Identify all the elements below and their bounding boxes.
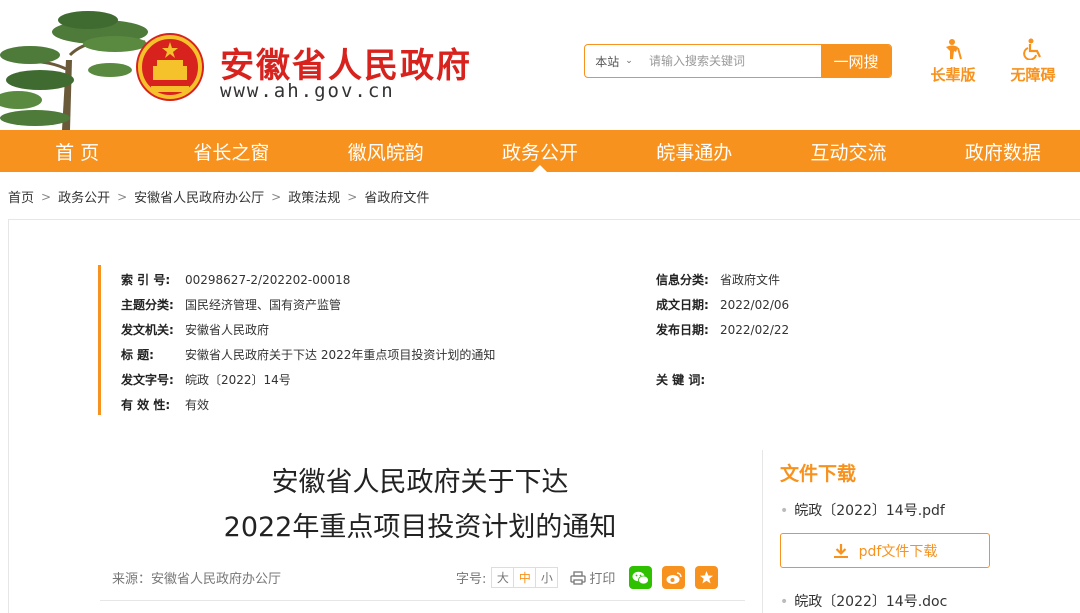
nav-item-culture[interactable]: 徽风皖韵	[309, 130, 463, 172]
print-label: 打印	[589, 572, 616, 587]
site-header: 安徽省人民政府 www.ah.gov.cn 本站 ⌄ 一网搜 长辈版 无障碍	[0, 0, 1080, 130]
nav-item-gov-affairs[interactable]: 政务公开	[463, 130, 617, 172]
search-scope-label: 本站	[595, 54, 620, 69]
meta-keywords: 关 键 词:	[656, 373, 706, 387]
elder-icon	[946, 39, 962, 60]
bullet-icon: •	[780, 503, 789, 519]
search-box: 本站 ⌄ 一网搜	[584, 44, 892, 78]
meta-topic: 主题分类: 国民经济管理、国有资产监管	[121, 298, 342, 312]
breadcrumb-office[interactable]: 安徽省人民政府办公厅	[134, 187, 264, 206]
nav-item-interaction[interactable]: 互动交流	[771, 130, 925, 172]
meta-validity: 有 效 性: 有效	[121, 398, 210, 412]
share-wechat-button[interactable]	[629, 566, 653, 589]
site-url: www.ah.gov.cn	[220, 80, 395, 102]
download-file-pdf[interactable]: • 皖政〔2022〕14号.pdf	[780, 500, 945, 520]
article-title-line-2: 2022年重点项目投资计划的通知	[223, 512, 617, 543]
download-file-doc[interactable]: • 皖政〔2022〕14号.doc	[780, 591, 947, 611]
share-weibo-button[interactable]	[662, 566, 686, 589]
meta-issuer: 发文机关: 安徽省人民政府	[121, 323, 270, 337]
nav-item-services[interactable]: 皖事通办	[617, 130, 771, 172]
star-icon	[700, 571, 714, 584]
search-input[interactable]	[643, 45, 821, 77]
accessibility-button[interactable]: 无障碍	[1003, 38, 1063, 85]
meta-title: 标 题: 安徽省人民政府关于下达 2022年重点项目投资计划的通知	[121, 348, 496, 362]
wechat-icon	[632, 571, 650, 584]
elder-mode-button[interactable]: 长辈版	[923, 38, 983, 85]
meta-info-category: 信息分类: 省政府文件	[656, 273, 781, 287]
national-emblem-icon	[136, 33, 204, 101]
breadcrumb-policy[interactable]: 政策法规	[288, 187, 340, 206]
favorite-button[interactable]	[695, 566, 719, 589]
weibo-icon	[666, 571, 682, 584]
article-title: 安徽省人民政府关于下达 2022年重点项目投资计划的通知	[100, 460, 740, 550]
breadcrumb-province-docs[interactable]: 省政府文件	[364, 187, 429, 206]
downloads-title: 文件下载	[780, 463, 857, 485]
chevron-right-icon: >	[41, 189, 52, 204]
font-size-medium-button[interactable]: 中	[513, 567, 537, 588]
chevron-right-icon: >	[271, 189, 282, 204]
wheelchair-icon	[1023, 38, 1041, 60]
meta-published-date: 发布日期: 2022/02/22	[656, 323, 790, 337]
main-nav: 首 页 省长之窗 徽风皖韵 政务公开 皖事通办 互动交流 政府数据	[0, 130, 1080, 172]
pine-tree-logo	[0, 11, 148, 130]
article-source: 来源：安徽省人民政府办公厅	[112, 572, 282, 587]
nav-item-governor[interactable]: 省长之窗	[154, 130, 308, 172]
meta-created-date: 成文日期: 2022/02/06	[656, 298, 790, 312]
bullet-icon: •	[780, 594, 789, 610]
font-size-large-button[interactable]: 大	[491, 567, 515, 588]
meta-index-no: 索 引 号: 00298627-2/202202-00018	[121, 273, 351, 287]
font-size-label: 字号:	[456, 572, 487, 587]
divider	[100, 600, 745, 601]
nav-item-home[interactable]: 首 页	[0, 130, 154, 172]
meta-doc-no: 发文字号: 皖政〔2022〕14号	[121, 373, 291, 387]
elder-mode-label: 长辈版	[930, 66, 976, 84]
search-button[interactable]: 一网搜	[821, 45, 891, 77]
sidebar-divider	[762, 450, 763, 613]
breadcrumb: 首页 > 政务公开 > 安徽省人民政府办公厅 > 政策法规 > 省政府文件	[8, 187, 429, 207]
printer-icon	[570, 570, 587, 585]
breadcrumb-home[interactable]: 首页	[8, 187, 34, 206]
accessibility-label: 无障碍	[1010, 66, 1056, 84]
pdf-download-label: pdf文件下载	[858, 543, 938, 560]
chevron-right-icon: >	[117, 189, 128, 204]
article-tools: 字号: 大 中 小 打印	[456, 566, 719, 589]
font-size-small-button[interactable]: 小	[535, 567, 559, 588]
pdf-download-button[interactable]: pdf文件下载	[780, 533, 990, 568]
chevron-right-icon: >	[347, 189, 358, 204]
nav-item-data[interactable]: 政府数据	[926, 130, 1080, 172]
article-title-line-1: 安徽省人民政府关于下达	[271, 467, 569, 498]
download-icon	[833, 543, 848, 558]
document-metadata: 索 引 号: 00298627-2/202202-00018 主题分类: 国民经济管…	[98, 265, 789, 415]
search-scope-select[interactable]: 本站 ⌄	[585, 45, 643, 77]
chevron-down-icon: ⌄	[625, 56, 633, 66]
print-button[interactable]: 打印	[570, 568, 615, 587]
breadcrumb-gov-affairs[interactable]: 政务公开	[58, 187, 110, 206]
